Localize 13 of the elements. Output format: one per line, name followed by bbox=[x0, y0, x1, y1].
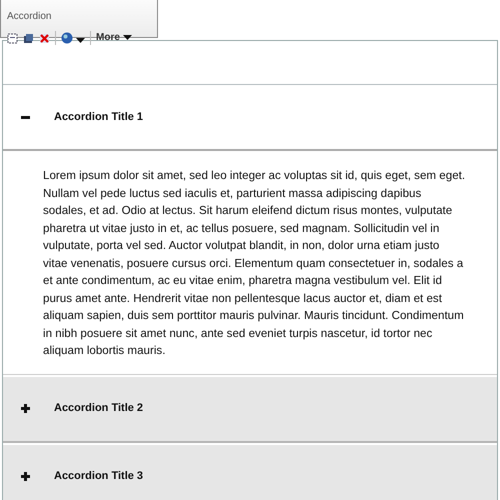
stack-icon[interactable] bbox=[23, 32, 34, 44]
more-button[interactable]: More bbox=[96, 32, 132, 44]
toolbar-title: Accordion bbox=[7, 11, 52, 23]
minus-icon bbox=[21, 116, 30, 118]
accordion-body-text: Lorem ipsum dolor sit amet, sed leo integer ac voluptas sit id, quis eget, sem eget. Nullam vel pede luctus sed iaculis et, parturient massa adipiscing dapibus sodales, et ad. Odio at lectus. Sit harum eleifend dictum risus montes, vulputate pharetra ut vitae justo in et, ac tellus posuere, sed magnam. Sollicitudin vel in vulputate, porta vel sed. Auctor volutpat blandit, in non, dolor urna etiam justo vitae venenatis, posuere cursus orci. Elementum quam consectetuer in, sodales a et ante condimentum, ac eu vitae enim, pharetra magna vestibulum vel. Elit id purus amet ante. Hendrerit vitae non pellentesque lacus auctor et, diam et est aliquam sapien, duis sem porttitor mauris pulvinar. Mauris tincidunt. Condimentum in nibh posuere sit amet nunc, ante sed eveniet turpis nascetur, id tortor nec aliquam lobortis mauris. bbox=[3, 151, 497, 374]
accordion-header[interactable]: Accordion Title 3 bbox=[3, 444, 497, 500]
plus-icon bbox=[21, 472, 30, 481]
new-icon[interactable] bbox=[7, 32, 18, 44]
accordion-header[interactable]: Accordion Title 2 bbox=[3, 376, 497, 442]
plus-icon bbox=[21, 404, 30, 413]
caret-icon bbox=[122, 35, 132, 41]
delete-icon[interactable] bbox=[39, 32, 50, 44]
globe-dropdown-button[interactable] bbox=[61, 32, 85, 44]
